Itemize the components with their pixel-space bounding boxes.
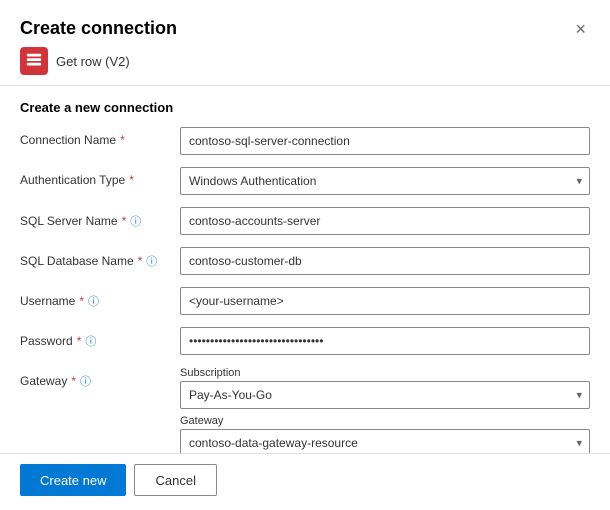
info-icon: ⓘ [85,333,96,349]
create-new-button[interactable]: Create new [20,464,126,496]
sql-db-name-input[interactable] [180,247,590,275]
auth-type-wrap: Windows Authentication SQL Server Authen… [180,167,590,195]
required-marker: * [71,374,76,388]
auth-type-select[interactable]: Windows Authentication SQL Server Authen… [180,167,590,195]
connection-name-wrap [180,127,590,155]
username-label: Username * ⓘ [20,287,180,309]
password-row: Password * ⓘ [20,327,590,357]
sql-icon [25,52,43,70]
password-label: Password * ⓘ [20,327,180,349]
connector-row: Get row (V2) [20,47,177,75]
info-icon: ⓘ [130,213,141,229]
sql-server-name-label: SQL Server Name * ⓘ [20,207,180,229]
gateway-resource-select[interactable]: contoso-data-gateway-resource [180,429,590,453]
gateway-resource-label: Gateway [180,415,590,427]
required-marker: * [77,334,82,348]
header-left: Create connection Get row (V2) [20,18,177,75]
auth-type-select-wrap: Windows Authentication SQL Server Authen… [180,167,590,195]
subscription-select[interactable]: Pay-As-You-Go Enterprise [180,381,590,409]
section-title: Create a new connection [20,100,590,115]
required-marker: * [122,214,127,228]
modal-body: Create a new connection Connection Name … [0,86,610,453]
connector-icon [20,47,48,75]
subscription-section: Subscription Pay-As-You-Go Enterprise ▾ [180,367,590,409]
subscription-select-wrap: Pay-As-You-Go Enterprise ▾ [180,381,590,409]
username-input[interactable] [180,287,590,315]
sql-db-name-row: SQL Database Name * ⓘ [20,247,590,277]
gateway-label: Gateway * ⓘ [20,367,180,389]
required-marker: * [129,173,134,187]
gateway-resource-section: Gateway contoso-data-gateway-resource ▾ [180,415,590,453]
modal-title: Create connection [20,18,177,39]
info-icon: ⓘ [146,253,157,269]
sql-db-name-wrap [180,247,590,275]
sql-server-name-input[interactable] [180,207,590,235]
connection-name-input[interactable] [180,127,590,155]
connection-name-row: Connection Name * [20,127,590,157]
required-marker: * [138,254,143,268]
connection-name-label: Connection Name * [20,127,180,147]
username-row: Username * ⓘ [20,287,590,317]
username-wrap [180,287,590,315]
cancel-button[interactable]: Cancel [134,464,216,496]
password-wrap [180,327,590,355]
sql-db-name-label: SQL Database Name * ⓘ [20,247,180,269]
connector-name: Get row (V2) [56,54,130,69]
close-button[interactable]: × [571,18,590,40]
required-marker: * [120,133,125,147]
modal-footer: Create new Cancel [0,453,610,510]
auth-type-label: Authentication Type * [20,167,180,187]
sql-server-name-wrap [180,207,590,235]
subscription-label: Subscription [180,367,590,379]
gateway-group: Subscription Pay-As-You-Go Enterprise ▾ … [180,367,590,453]
modal-header: Create connection Get row (V2) × [0,0,610,86]
sql-server-name-row: SQL Server Name * ⓘ [20,207,590,237]
gateway-resource-select-wrap: contoso-data-gateway-resource ▾ [180,429,590,453]
info-icon: ⓘ [80,373,91,389]
password-input[interactable] [180,327,590,355]
create-connection-modal: Create connection Get row (V2) × Create … [0,0,610,510]
gateway-wrap: Subscription Pay-As-You-Go Enterprise ▾ … [180,367,590,453]
required-marker: * [79,294,84,308]
info-icon: ⓘ [88,293,99,309]
gateway-row: Gateway * ⓘ Subscription Pay-As-You-Go E… [20,367,590,453]
auth-type-row: Authentication Type * Windows Authentica… [20,167,590,197]
